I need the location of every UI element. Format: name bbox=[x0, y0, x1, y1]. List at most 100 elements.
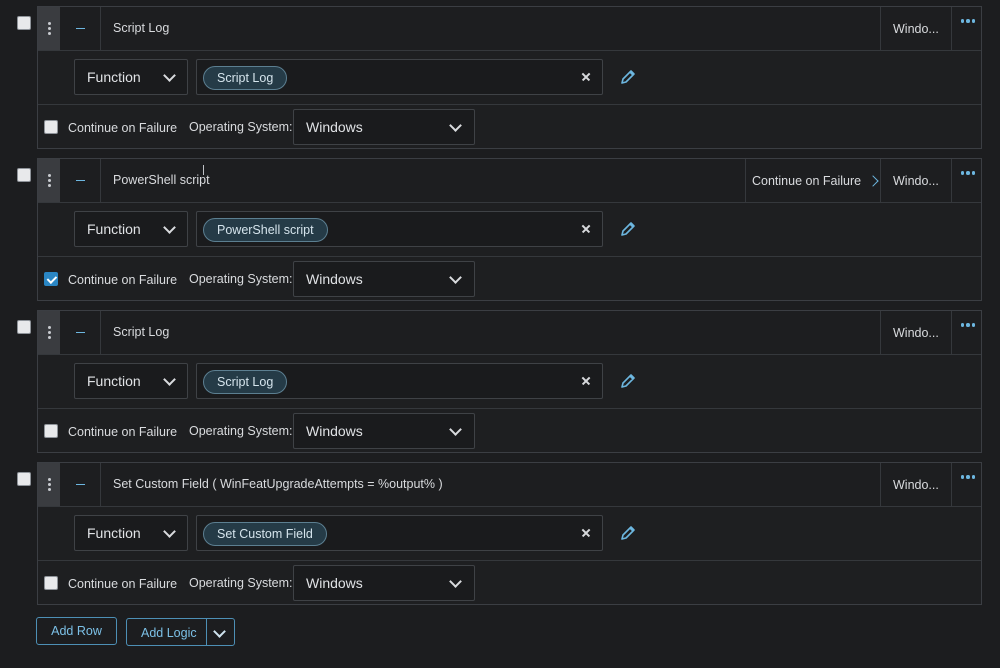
chevron-down-icon bbox=[449, 271, 462, 284]
script-editor: Script Log Windo... Function Script Log bbox=[0, 0, 1000, 668]
continue-on-failure-label: Continue on Failure bbox=[68, 425, 178, 439]
continue-on-failure-checkbox[interactable] bbox=[44, 576, 58, 590]
function-chip: Set Custom Field bbox=[203, 522, 327, 546]
header-os-value: Windo... bbox=[880, 7, 952, 50]
drag-handle-icon[interactable] bbox=[38, 311, 60, 354]
options-row: Continue on Failure Operating System: Wi… bbox=[38, 560, 981, 605]
function-value-field[interactable]: Script Log bbox=[196, 363, 603, 399]
row-select-checkbox[interactable] bbox=[17, 168, 31, 182]
continue-on-failure-label: Continue on Failure bbox=[68, 121, 178, 135]
os-select[interactable]: Windows bbox=[293, 109, 475, 145]
options-row: Continue on Failure Operating System: Wi… bbox=[38, 408, 981, 453]
row-card: PowerShell script Continue on Failure Wi… bbox=[37, 158, 982, 301]
script-row: Script Log Windo... Function Script Log bbox=[0, 310, 1000, 462]
function-type-value: Function bbox=[87, 69, 141, 85]
row-title: Set Custom Field ( WinFeatUpgradeAttempt… bbox=[113, 477, 443, 491]
add-logic-button[interactable]: Add Logic bbox=[126, 618, 235, 646]
os-select[interactable]: Windows bbox=[293, 261, 475, 297]
function-type-select[interactable]: Function bbox=[74, 515, 188, 551]
script-rows: Script Log Windo... Function Script Log bbox=[0, 6, 1000, 614]
function-value-field[interactable]: Set Custom Field bbox=[196, 515, 603, 551]
pencil-icon[interactable] bbox=[618, 67, 638, 87]
drag-handle-icon[interactable] bbox=[38, 159, 60, 202]
row-header: Script Log Windo... bbox=[38, 7, 981, 51]
close-icon[interactable] bbox=[578, 221, 594, 237]
row-header: Script Log Windo... bbox=[38, 311, 981, 355]
os-label: Operating System: bbox=[189, 272, 293, 286]
row-title: PowerShell script bbox=[113, 173, 210, 187]
function-type-value: Function bbox=[87, 373, 141, 389]
more-options-icon[interactable] bbox=[959, 15, 977, 27]
function-row: Function Script Log bbox=[38, 50, 981, 105]
collapse-button[interactable] bbox=[60, 463, 101, 506]
collapse-button[interactable] bbox=[60, 159, 101, 202]
os-select-value: Windows bbox=[306, 423, 363, 439]
continue-on-failure-label: Continue on Failure bbox=[68, 577, 178, 591]
function-type-select[interactable]: Function bbox=[74, 211, 188, 247]
chevron-down-icon bbox=[163, 525, 176, 538]
function-value-field[interactable]: PowerShell script bbox=[196, 211, 603, 247]
row-header: PowerShell script Continue on Failure Wi… bbox=[38, 159, 981, 203]
os-label: Operating System: bbox=[189, 576, 293, 590]
function-value-field[interactable]: Script Log bbox=[196, 59, 603, 95]
os-select[interactable]: Windows bbox=[293, 565, 475, 601]
function-row: Function Script Log bbox=[38, 354, 981, 409]
split-divider bbox=[206, 619, 207, 645]
close-icon[interactable] bbox=[578, 69, 594, 85]
chevron-down-icon bbox=[449, 575, 462, 588]
row-select-checkbox[interactable] bbox=[17, 16, 31, 30]
function-type-value: Function bbox=[87, 221, 141, 237]
collapse-button[interactable] bbox=[60, 311, 101, 354]
continue-on-failure-label: Continue on Failure bbox=[68, 273, 178, 287]
drag-handle-icon[interactable] bbox=[38, 463, 60, 506]
row-select-checkbox[interactable] bbox=[17, 320, 31, 334]
options-row: Continue on Failure Operating System: Wi… bbox=[38, 104, 981, 149]
row-header: Set Custom Field ( WinFeatUpgradeAttempt… bbox=[38, 463, 981, 507]
continue-on-failure-checkbox[interactable] bbox=[44, 272, 58, 286]
continue-on-failure-checkbox[interactable] bbox=[44, 120, 58, 134]
function-row: Function Set Custom Field bbox=[38, 506, 981, 561]
function-row: Function PowerShell script bbox=[38, 202, 981, 257]
row-card: Script Log Windo... Function Script Log bbox=[37, 6, 982, 149]
add-logic-label: Add Logic bbox=[141, 626, 197, 640]
function-type-select[interactable]: Function bbox=[74, 59, 188, 95]
chevron-down-icon bbox=[163, 69, 176, 82]
function-type-select[interactable]: Function bbox=[74, 363, 188, 399]
function-chip: Script Log bbox=[203, 370, 288, 394]
row-card: Set Custom Field ( WinFeatUpgradeAttempt… bbox=[37, 462, 982, 605]
os-select-value: Windows bbox=[306, 271, 363, 287]
header-continue-on-failure[interactable]: Continue on Failure bbox=[745, 159, 881, 202]
close-icon[interactable] bbox=[578, 373, 594, 389]
more-options-icon[interactable] bbox=[959, 471, 977, 483]
add-row-button[interactable]: Add Row bbox=[36, 617, 117, 645]
row-title: Script Log bbox=[113, 325, 170, 339]
header-os-value: Windo... bbox=[880, 311, 952, 354]
continue-on-failure-checkbox[interactable] bbox=[44, 424, 58, 438]
script-row: Set Custom Field ( WinFeatUpgradeAttempt… bbox=[0, 462, 1000, 614]
os-label: Operating System: bbox=[189, 424, 293, 438]
header-os-value: Windo... bbox=[880, 463, 952, 506]
pencil-icon[interactable] bbox=[618, 219, 638, 239]
more-options-icon[interactable] bbox=[959, 319, 977, 331]
header-os-value: Windo... bbox=[880, 159, 952, 202]
chevron-down-icon bbox=[163, 373, 176, 386]
os-select-value: Windows bbox=[306, 575, 363, 591]
header-continue-on-failure-label: Continue on Failure bbox=[752, 173, 862, 188]
chevron-down-icon bbox=[449, 423, 462, 436]
function-chip: PowerShell script bbox=[203, 218, 328, 242]
script-row: PowerShell script Continue on Failure Wi… bbox=[0, 158, 1000, 310]
collapse-button[interactable] bbox=[60, 7, 101, 50]
os-select[interactable]: Windows bbox=[293, 413, 475, 449]
chevron-down-icon[interactable] bbox=[213, 625, 226, 638]
row-card: Script Log Windo... Function Script Log bbox=[37, 310, 982, 453]
chevron-right-icon bbox=[867, 174, 879, 187]
more-options-icon[interactable] bbox=[959, 167, 977, 179]
row-select-checkbox[interactable] bbox=[17, 472, 31, 486]
function-type-value: Function bbox=[87, 525, 141, 541]
pencil-icon[interactable] bbox=[618, 371, 638, 391]
pencil-icon[interactable] bbox=[618, 523, 638, 543]
row-title: Script Log bbox=[113, 21, 170, 35]
os-select-value: Windows bbox=[306, 119, 363, 135]
drag-handle-icon[interactable] bbox=[38, 7, 60, 50]
close-icon[interactable] bbox=[578, 525, 594, 541]
